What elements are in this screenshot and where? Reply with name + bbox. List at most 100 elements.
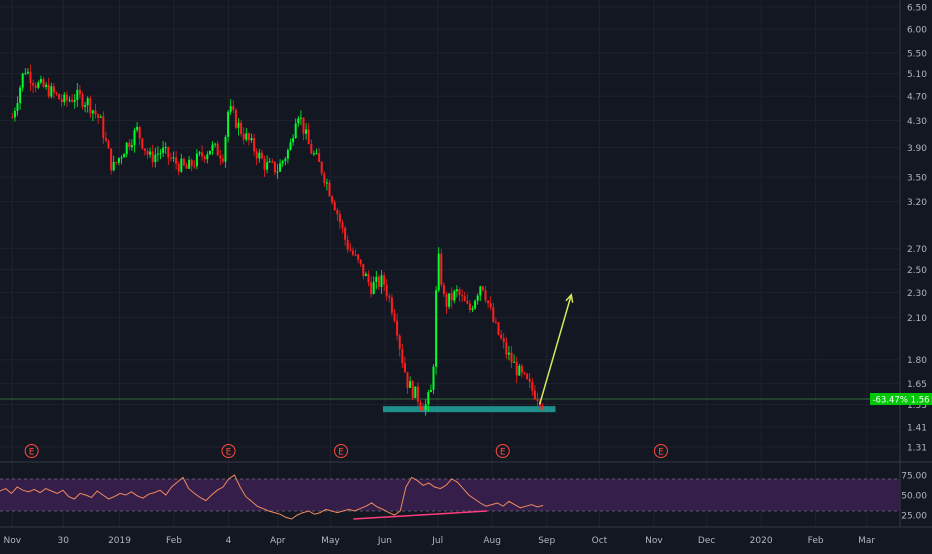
candle-body — [110, 148, 113, 171]
candle-body — [492, 307, 495, 322]
candle-body — [422, 407, 425, 411]
candle-body — [520, 365, 523, 373]
candle-body — [323, 173, 326, 184]
candle-body — [146, 150, 149, 155]
candle-body — [52, 86, 55, 93]
candle-body — [388, 296, 391, 298]
candle-body — [156, 153, 159, 155]
candle-body — [276, 171, 279, 173]
candle-body — [377, 276, 380, 287]
price-tick-label: 3.50 — [907, 174, 927, 184]
candle-body — [240, 122, 243, 135]
candle-body — [73, 100, 76, 102]
candle-body — [162, 147, 165, 153]
candle-body — [476, 295, 479, 301]
price-tick-label: 1.80 — [907, 356, 927, 366]
time-tick-label: Feb — [808, 536, 824, 546]
candle-body — [450, 293, 453, 301]
candle-body — [34, 85, 37, 88]
candle-body — [541, 405, 544, 407]
candle-body — [297, 118, 300, 124]
candle-body — [312, 153, 315, 155]
candle-body — [133, 130, 136, 146]
candle-body — [224, 136, 227, 162]
price-tick-label: 4.30 — [907, 117, 927, 127]
candle-body — [416, 386, 419, 402]
time-tick-label: 2019 — [108, 536, 131, 546]
candle-body — [11, 117, 14, 119]
earnings-marker-label: E — [338, 448, 344, 458]
candle-body — [385, 284, 388, 297]
candle-body — [24, 73, 27, 75]
candle-body — [294, 123, 297, 138]
price-tick-label: 1.41 — [907, 423, 927, 433]
candle-body — [175, 157, 178, 164]
candle-body — [435, 290, 438, 367]
time-tick-label: Apr — [270, 536, 286, 546]
earnings-marker-label: E — [226, 448, 232, 458]
rsi-divergence-line — [353, 510, 487, 520]
candle-body — [393, 312, 396, 321]
candle-body — [320, 161, 323, 174]
candle-body — [193, 166, 196, 168]
candle-body — [32, 83, 35, 86]
candle-body — [302, 117, 305, 134]
price-tick-label: 4.70 — [907, 93, 927, 103]
candle-body — [208, 150, 211, 155]
candle-body — [489, 303, 492, 308]
candle-body — [414, 386, 417, 398]
candle-body — [273, 161, 276, 173]
candle-body — [351, 250, 354, 255]
candle-body — [253, 138, 256, 152]
candle-body — [484, 290, 487, 301]
candle-body — [526, 373, 529, 380]
candle-body — [466, 301, 469, 304]
candle-body — [19, 87, 22, 104]
candle-body — [383, 275, 386, 285]
time-tick-label: May — [321, 536, 340, 546]
projection-arrow-line — [538, 294, 573, 405]
candle-body — [237, 122, 240, 128]
time-tick-label: Nov — [4, 536, 22, 546]
candle-body — [164, 146, 167, 148]
candle-body — [429, 389, 432, 393]
chart-svg[interactable]: E E E E E 6.50 6.00 5.50 5.10 4.70 4.30 3.90 3.50 3.2… — [0, 0, 932, 550]
candle-body — [507, 352, 510, 355]
candle-body — [531, 381, 534, 391]
candle-body — [55, 92, 58, 95]
candle-body — [138, 126, 141, 139]
candle-body — [149, 151, 152, 155]
candle-body — [206, 154, 209, 160]
candle-body — [13, 110, 16, 118]
candle-body — [375, 276, 378, 283]
candle-body — [471, 308, 474, 310]
candle-body — [458, 289, 461, 296]
candle-body — [172, 157, 175, 159]
candle-body — [107, 140, 110, 149]
candle-body — [474, 300, 477, 309]
candle-body — [203, 156, 206, 160]
candle-body — [260, 152, 263, 159]
candle-body — [169, 157, 172, 159]
candle-body — [268, 161, 271, 163]
candle-body — [39, 79, 42, 83]
candle-body — [71, 99, 74, 102]
candle-body — [299, 117, 302, 119]
candle-body — [315, 153, 318, 155]
candle-body — [102, 116, 105, 139]
time-tick-label: 4 — [226, 536, 232, 546]
candle-body — [136, 126, 139, 131]
candle-body — [440, 253, 443, 285]
candle-body — [333, 202, 336, 211]
price-tick-label: 5.10 — [907, 70, 927, 80]
candle-body — [263, 158, 266, 170]
candle-body — [214, 143, 217, 145]
candle-body — [16, 103, 19, 111]
candle-body — [26, 71, 29, 74]
candle-body — [65, 94, 68, 101]
candle-body — [45, 84, 48, 87]
time-tick-label: Jun — [377, 536, 392, 546]
candle-body — [432, 366, 435, 390]
candle-body — [63, 94, 66, 103]
candle-body — [367, 273, 370, 283]
